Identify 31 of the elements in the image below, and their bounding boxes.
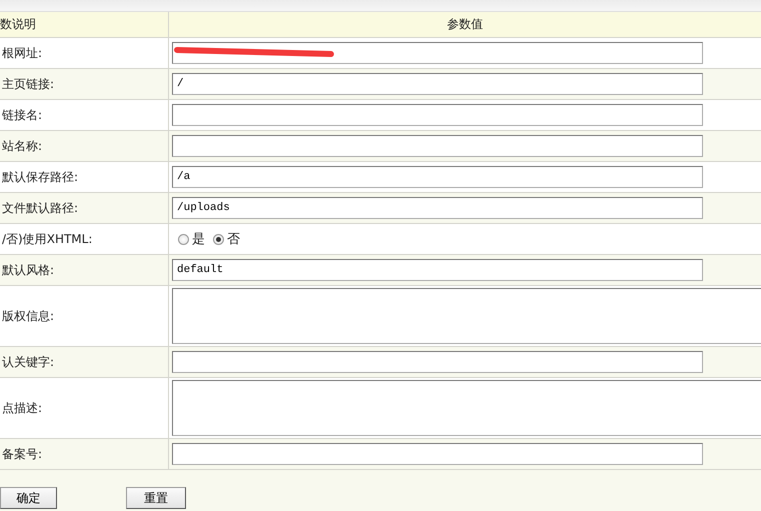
- field-label: /否)使用XHTML:: [2, 232, 92, 246]
- field-label: 站名称:: [2, 138, 42, 152]
- field-label: 根网址:: [2, 46, 42, 60]
- input-field[interactable]: [172, 443, 703, 465]
- input-field[interactable]: [172, 42, 703, 64]
- input-field[interactable]: /a: [172, 166, 703, 188]
- radio-label: 是: [192, 231, 205, 248]
- input-field[interactable]: [172, 104, 703, 126]
- radio-button[interactable]: [213, 234, 224, 244]
- input-field[interactable]: /: [172, 73, 703, 95]
- column-header: 数说明: [0, 17, 36, 31]
- field-label: 默认风格:: [2, 262, 54, 276]
- text-area[interactable]: [172, 288, 761, 344]
- input-field[interactable]: [172, 351, 703, 373]
- field-label: 主页链接:: [2, 76, 54, 90]
- field-label: 版权信息:: [2, 308, 54, 322]
- field-label: 认关键字:: [2, 354, 54, 368]
- field-label: 链接名:: [2, 108, 42, 122]
- reset-button[interactable]: 重置: [126, 487, 186, 509]
- column-header: 参数值: [447, 17, 483, 31]
- input-field[interactable]: default: [172, 259, 703, 281]
- text-area[interactable]: [172, 380, 761, 436]
- input-field[interactable]: /uploads: [172, 197, 703, 219]
- field-label: 点描述:: [2, 400, 42, 414]
- radio-button[interactable]: [178, 234, 189, 244]
- field-label: 文件默认路径:: [2, 200, 78, 214]
- field-label: 默认保存路径:: [2, 170, 78, 184]
- field-label: 备案号:: [2, 446, 42, 460]
- submit-button[interactable]: 确定: [0, 487, 57, 509]
- radio-label: 否: [227, 231, 240, 248]
- input-field[interactable]: [172, 135, 703, 157]
